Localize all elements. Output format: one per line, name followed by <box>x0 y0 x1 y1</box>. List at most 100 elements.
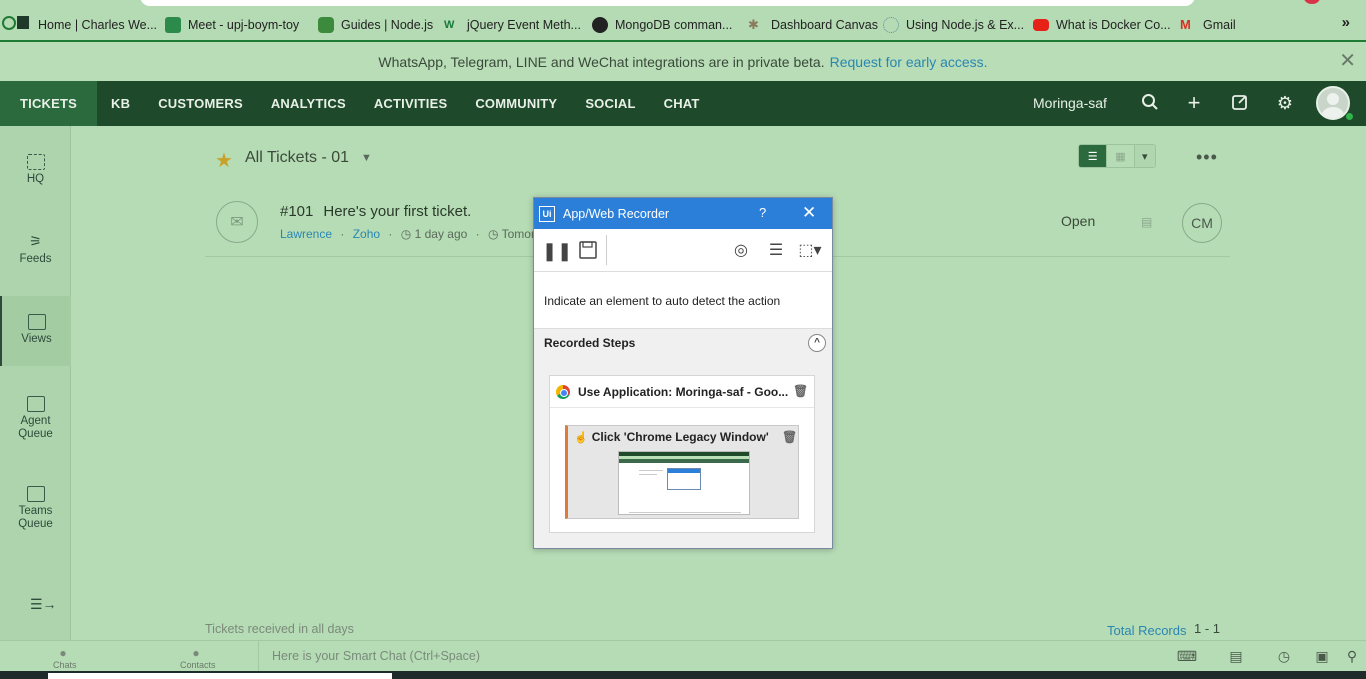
bookmark-label: Guides | Node.js <box>341 18 434 32</box>
sidebar-item-agent-queue[interactable]: Agent Queue <box>0 396 71 441</box>
assignee-avatar[interactable]: CM <box>1182 203 1222 243</box>
bookmark-nodejs[interactable]: Guides | Node.js <box>318 15 433 35</box>
sidebar-item-views[interactable]: Views <box>0 296 71 366</box>
step-click[interactable]: ☝ Click 'Chrome Legacy Window' 🗑 <box>565 425 799 519</box>
step-use-application[interactable]: Use Application: Moringa-saf - Goo... 🗑 … <box>549 375 815 533</box>
more-options-icon[interactable]: ••• <box>1196 147 1218 168</box>
step-header: ☝ Click 'Chrome Legacy Window' 🗑 <box>568 426 798 448</box>
view-title[interactable]: All Tickets - 01 <box>245 149 349 167</box>
nodejs-icon <box>318 17 334 33</box>
ticket-number: #101 <box>280 203 314 220</box>
help-icon[interactable]: ? <box>759 205 766 220</box>
bookmark-canvas[interactable]: ✱ Dashboard Canvas <box>748 15 878 35</box>
sidebar-item-label: Views <box>21 333 52 345</box>
sidebar-item-teams-queue[interactable]: Teams Queue <box>0 486 71 531</box>
sidebar-item-hq[interactable]: HQ <box>0 154 71 185</box>
thumb-line <box>629 512 741 513</box>
list-view-icon[interactable]: ☰ <box>1079 145 1107 167</box>
chevron-down-icon[interactable]: ▼ <box>361 152 372 164</box>
archive-icon[interactable]: ▣ <box>1312 648 1332 665</box>
rss-icon: ⚞ <box>29 233 42 249</box>
bookmark-charles[interactable]: Home | Charles We... <box>38 15 157 35</box>
bookmark-meet[interactable]: Meet - upj-boym-toy <box>165 15 299 35</box>
nav-social[interactable]: SOCIAL <box>571 81 649 126</box>
view-dropdown-icon[interactable]: ▾ <box>1133 145 1155 167</box>
ticket-status[interactable]: Open <box>1061 213 1095 229</box>
add-icon[interactable]: + <box>1184 92 1204 114</box>
nav-chat[interactable]: CHAT <box>650 81 714 126</box>
view-toggle-group: ☰ ▦ ▾ <box>1078 144 1156 168</box>
apps-icon[interactable] <box>17 16 29 29</box>
checklist-icon[interactable]: ☰ <box>766 241 786 261</box>
collapse-icon[interactable]: ^ <box>808 334 826 352</box>
banner-text: WhatsApp, Telegram, LINE and WeChat inte… <box>378 53 825 70</box>
tasks-icon[interactable]: ▤ <box>1226 648 1246 665</box>
banner-close-icon[interactable]: ✕ <box>1339 51 1356 71</box>
close-icon[interactable]: ✕ <box>802 203 816 223</box>
nav-activities[interactable]: ACTIVITIES <box>360 81 462 126</box>
address-bar[interactable] <box>140 0 1195 6</box>
sidebar-item-label: Feeds <box>19 253 52 265</box>
portal-name[interactable]: Moringa-saf <box>1033 95 1107 111</box>
google-meet-icon <box>165 17 181 33</box>
left-sidebar: HQ ⚞ Feeds Views Agent Queue Teams Queue… <box>0 126 71 640</box>
capture-dropdown-icon[interactable]: ⬚▾ <box>794 241 826 261</box>
chats-button[interactable]: ● Chats <box>53 646 77 670</box>
github-icon <box>592 17 608 33</box>
early-access-link[interactable]: Request for early access. <box>830 54 988 70</box>
sidebar-collapse-icon[interactable]: ☰→ <box>30 596 57 613</box>
nav-community[interactable]: COMMUNITY <box>461 81 571 126</box>
save-icon[interactable] <box>578 241 598 261</box>
bookmark-jquery[interactable]: WjQuery Event Meth... <box>444 15 581 35</box>
click-icon: ☝ <box>574 431 588 444</box>
contact-icon: ● <box>192 646 200 660</box>
contacts-button[interactable]: ● Contacts <box>180 646 216 670</box>
ticket-account[interactable]: Zoho <box>353 227 380 241</box>
online-status-dot <box>1345 112 1354 121</box>
due-icon: ◷ <box>488 227 499 241</box>
clock-icon[interactable]: ◷ <box>1274 648 1294 665</box>
smart-chat-input[interactable]: Here is your Smart Chat (Ctrl+Space) <box>258 641 1158 671</box>
step-screenshot-thumbnail <box>618 451 750 515</box>
bookmarks-more-button[interactable]: » <box>1342 14 1350 31</box>
taskbar-search-box[interactable] <box>48 673 392 679</box>
search-icon[interactable]: ⚲ <box>1342 648 1362 665</box>
keyboard-icon[interactable]: ⌨ <box>1175 648 1199 665</box>
settings-icon[interactable]: ⚙ <box>1275 93 1295 113</box>
recorder-toolbar: ❚❚ ◎ ☰ ⬚▾ <box>534 229 832 272</box>
folder-icon <box>27 314 46 330</box>
pause-icon[interactable]: ❚❚ <box>542 241 572 261</box>
target-icon[interactable]: ◎ <box>731 241 751 261</box>
ticket-subject[interactable]: Here's your first ticket. <box>323 203 471 220</box>
tickets-received-label: Tickets received in all days <box>205 622 354 636</box>
nav-kb[interactable]: KB <box>97 81 144 126</box>
nav-tickets[interactable]: TICKETS <box>0 81 98 126</box>
ticket-title[interactable]: #101 Here's your first ticket. <box>280 203 481 220</box>
table-view-icon[interactable]: ▦ <box>1106 145 1133 167</box>
sidebar-item-label: HQ <box>26 173 45 185</box>
recorder-title-bar[interactable]: Ui App/Web Recorder ? ✕ <box>534 198 832 229</box>
compose-icon[interactable] <box>1230 93 1250 113</box>
search-icon[interactable] <box>1140 93 1160 113</box>
bookmark-docker[interactable]: What is Docker Co... <box>1033 15 1171 35</box>
teams-queue-icon <box>26 486 45 502</box>
thumb-line <box>639 474 657 475</box>
bookmark-nodejs-express[interactable]: Using Node.js & Ex... <box>883 15 1024 35</box>
codeburst-icon <box>883 17 899 33</box>
bookmark-gmail[interactable]: M Gmail <box>1180 15 1236 35</box>
total-records-label[interactable]: Total Records <box>1107 623 1186 638</box>
ticket-meta: Lawrence · Zoho · ◷ 1 day ago · ◷ Tomorr… <box>280 227 555 241</box>
thumb-nav <box>619 459 749 463</box>
comment-icon: ▤ <box>1141 215 1153 229</box>
trash-icon[interactable]: 🗑 <box>782 430 797 444</box>
sidebar-item-feeds[interactable]: ⚞ Feeds <box>0 234 71 265</box>
ticket-contact[interactable]: Lawrence <box>280 227 332 241</box>
bookmark-mongodb[interactable]: MongoDB comman... <box>592 15 732 35</box>
bookmark-label: Meet - upj-boym-toy <box>188 18 300 32</box>
nav-analytics[interactable]: ANALYTICS <box>257 81 360 126</box>
top-nav: TICKETS KB CUSTOMERS ANALYTICS ACTIVITIE… <box>0 81 1366 126</box>
nav-customers[interactable]: CUSTOMERS <box>144 81 257 126</box>
w3schools-icon: W <box>444 19 455 31</box>
favorite-star-icon[interactable]: ★ <box>215 148 233 173</box>
trash-icon[interactable]: 🗑 <box>793 384 808 398</box>
